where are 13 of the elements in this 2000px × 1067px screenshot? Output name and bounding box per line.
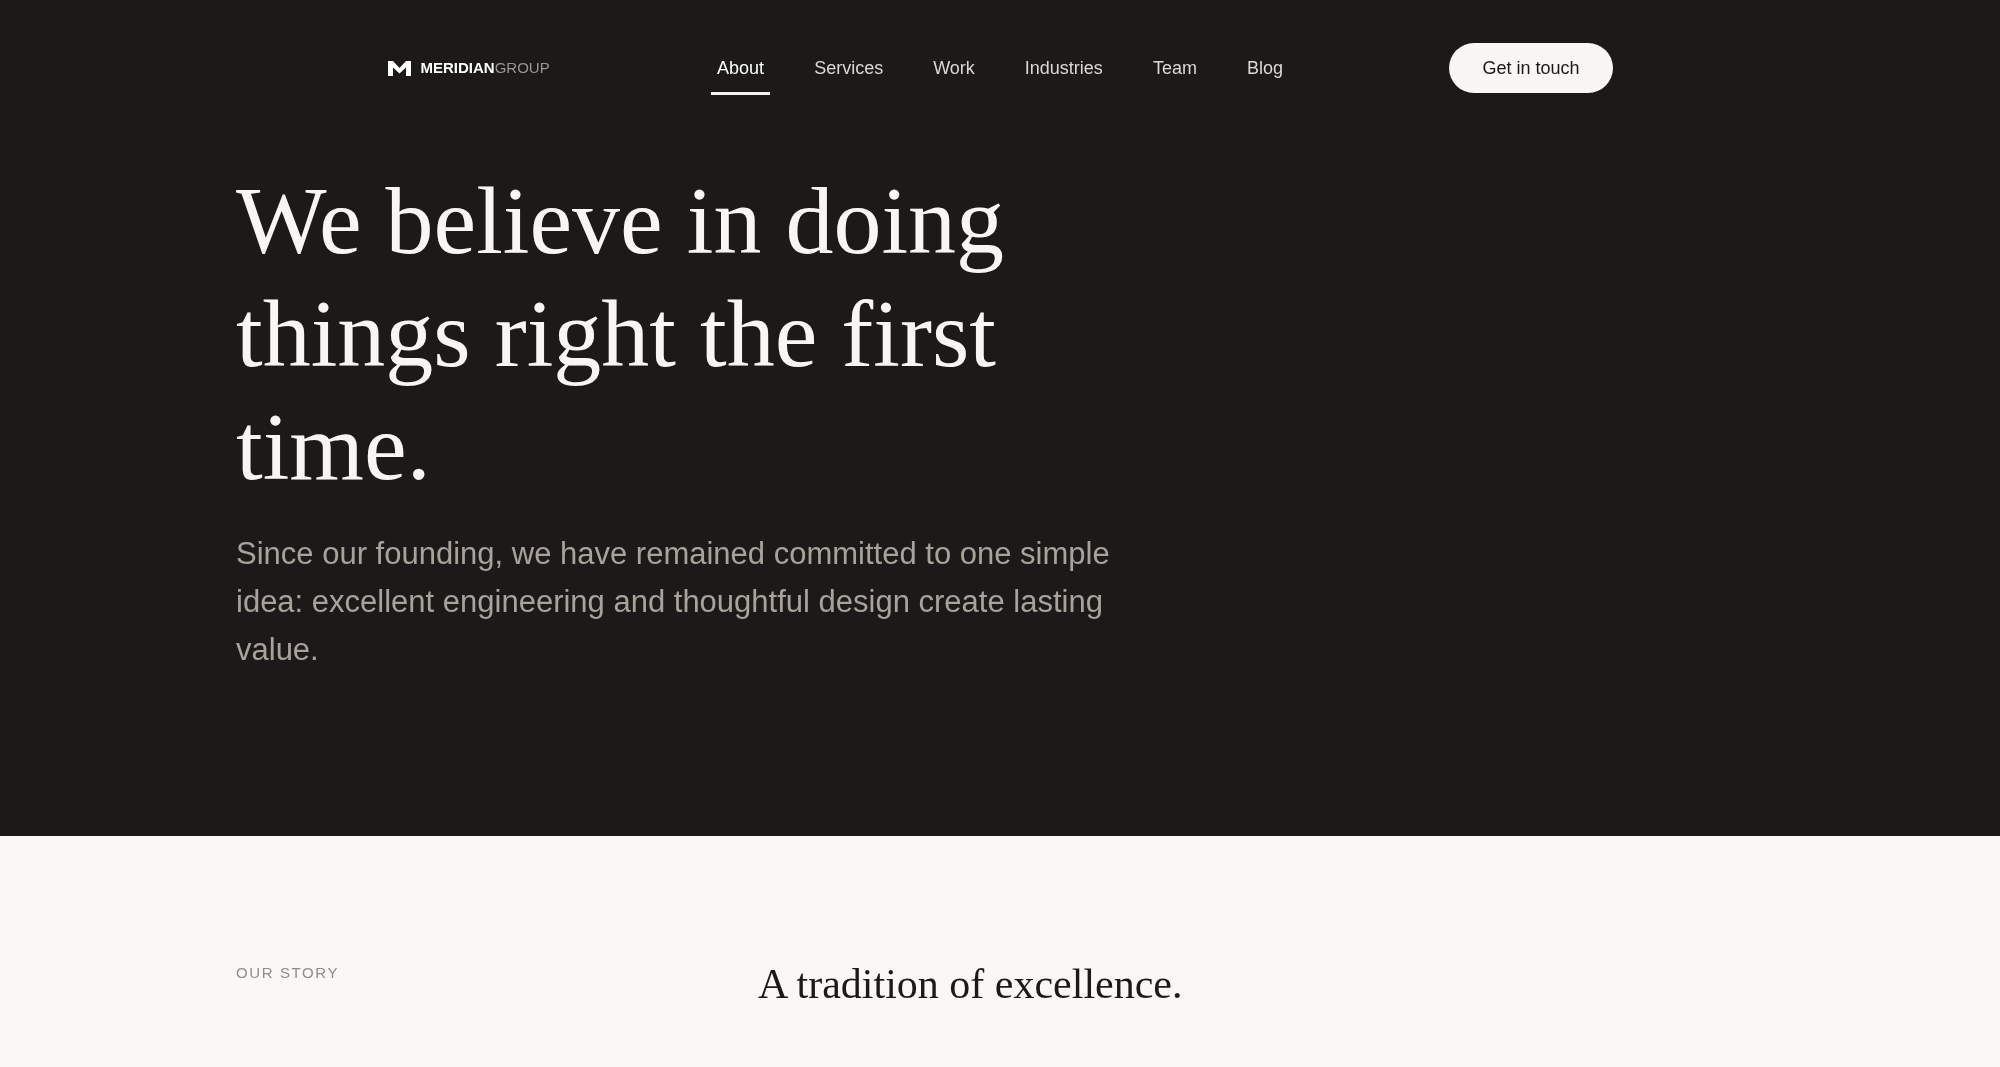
nav-link[interactable]: Team: [1146, 41, 1203, 95]
nav-link[interactable]: Blog: [1240, 41, 1289, 95]
logo-wordmark: MERIDIANGROUP: [420, 59, 550, 77]
nav-link[interactable]: Services: [808, 41, 890, 95]
nav-link[interactable]: About: [711, 41, 771, 95]
logo-icon: [387, 60, 411, 76]
get-in-touch-button[interactable]: Get in touch: [1449, 43, 1613, 93]
nav-link[interactable]: Work: [927, 41, 981, 95]
hero-description: Since our founding, we have remained committed to one simple idea: excellent engineering and thoughtful design create lasting value.: [236, 535, 1111, 669]
section-heading: A tradition of excellence.: [758, 960, 1183, 1009]
section-eyebrow: OUR STORY: [236, 963, 340, 983]
nav-link[interactable]: Industries: [1018, 41, 1109, 95]
hero-heading: We believe in doing things right the first time.: [236, 166, 1006, 502]
